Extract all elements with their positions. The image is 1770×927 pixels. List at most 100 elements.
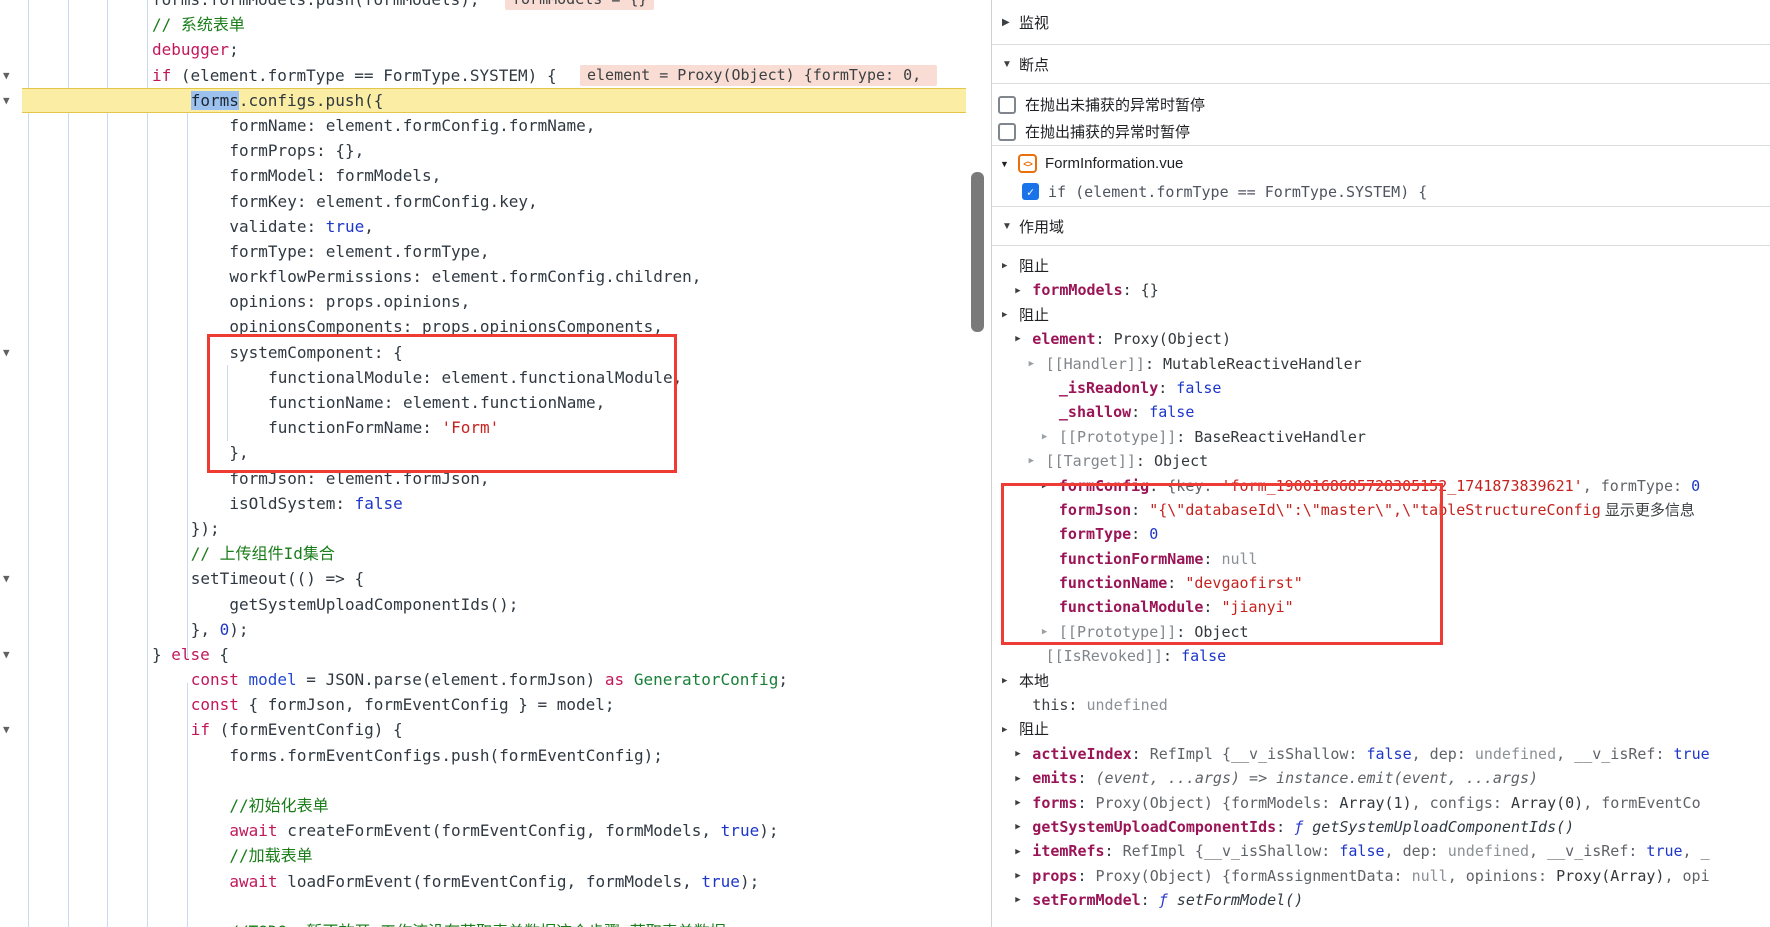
scope-variable-row[interactable]: ▶formModels: {}	[992, 278, 1770, 302]
expand-icon[interactable]: ▶	[1015, 791, 1032, 815]
code-line[interactable]: formModel: formModels,	[0, 163, 966, 188]
code-text: // 系统表单	[0, 12, 245, 37]
scope-variable-row[interactable]: [[IsRevoked]]: false	[992, 644, 1770, 668]
scope-group-row[interactable]: ▶本地	[992, 669, 1770, 693]
scope-variable-row[interactable]: ▶props: Proxy(Object) {formAssignmentDat…	[992, 864, 1770, 888]
pause-uncaught-exceptions-row[interactable]: 在抛出未捕获的异常时暂停	[998, 91, 1770, 118]
chevron-down-icon[interactable]: ▼	[1002, 59, 1019, 70]
breakpoint-file-row[interactable]: ▼ <> FormInformation.vue	[992, 149, 1770, 178]
code-line[interactable]: });	[0, 516, 966, 541]
code-line[interactable]: workflowPermissions: element.formConfig.…	[0, 264, 966, 289]
scope-variable-row[interactable]: ▶[[Prototype]]: BaseReactiveHandler	[992, 425, 1770, 449]
scope-variable-value: Proxy(Object)	[1114, 330, 1231, 348]
pause-uncaught-exceptions-label: 在抛出未捕获的异常时暂停	[1025, 94, 1205, 115]
expand-icon[interactable]: ▶	[1015, 888, 1032, 912]
code-line[interactable]: opinions: props.opinions,	[0, 289, 966, 314]
expand-icon[interactable]: ▶	[1015, 279, 1032, 303]
code-line[interactable]: ▼forms.configs.push({	[0, 88, 966, 113]
code-line[interactable]: await loadFormEvent(formEventConfig, for…	[0, 869, 966, 894]
scope-variable-row[interactable]: ▶[[Handler]]: MutableReactiveHandler	[992, 352, 1770, 376]
expand-icon[interactable]: ▶	[1002, 669, 1019, 693]
scope-variable-row[interactable]: ▶element: Proxy(Object)	[992, 327, 1770, 351]
expand-icon[interactable]: ▶	[1042, 425, 1059, 449]
code-line[interactable]: ▼if (formEventConfig) {	[0, 717, 966, 742]
code-line[interactable]: forms.formEventConfigs.push(formEventCon…	[0, 743, 966, 768]
scope-variable-row[interactable]: ▶forms: Proxy(Object) {formModels: Array…	[992, 791, 1770, 815]
inline-eval-hint: element = Proxy(Object) {formType: 0,	[580, 65, 937, 86]
scope-variable-row[interactable]: ▶getSystemUploadComponentIds: ƒ getSyste…	[992, 815, 1770, 839]
scope-variable-row[interactable]: _shallow: false	[992, 400, 1770, 424]
code-line[interactable]: formType: element.formType,	[0, 239, 966, 264]
code-line[interactable]: await createFormEvent(formEventConfig, f…	[0, 818, 966, 843]
code-line[interactable]	[0, 894, 966, 919]
scope-variable-row[interactable]: ▶setFormModel: ƒ setFormModel()	[992, 888, 1770, 912]
expand-icon[interactable]: ▶	[1029, 352, 1046, 376]
chevron-right-icon[interactable]: ▶	[1002, 17, 1019, 28]
scope-group-row[interactable]: ▶阻止	[992, 303, 1770, 327]
scope-variable-row[interactable]: _isReadonly: false	[992, 376, 1770, 400]
code-text: //TODO: 暂不放开 工作流没有获取表单数据这个步骤 获取表单数据	[0, 919, 726, 927]
checkbox-unchecked-icon[interactable]	[998, 123, 1016, 141]
checkbox-checked-icon[interactable]: ✓	[1022, 183, 1039, 200]
code-line[interactable]: //TODO: 暂不放开 工作流没有获取表单数据这个步骤 获取表单数据	[0, 919, 966, 927]
code-line[interactable]: // 系统表单	[0, 12, 966, 37]
panel-divider[interactable]	[991, 0, 992, 927]
code-line[interactable]: getSystemUploadComponentIds();	[0, 592, 966, 617]
breakpoint-entry-row[interactable]: ✓ if (element.formType == FormType.SYSTE…	[992, 178, 1770, 205]
expand-icon[interactable]: ▶	[1015, 767, 1032, 791]
expand-icon[interactable]: ▶	[1015, 815, 1032, 839]
code-line[interactable]: // 上传组件Id集合	[0, 541, 966, 566]
show-more-link[interactable]: 显示更多信息	[1601, 502, 1695, 519]
expand-icon[interactable]: ▶	[1015, 840, 1032, 864]
code-line[interactable]: isOldSystem: false	[0, 491, 966, 516]
code-line[interactable]: const model = JSON.parse(element.formJso…	[0, 667, 966, 692]
code-line[interactable]: //初始化表单	[0, 793, 966, 818]
scope-group-row[interactable]: ▶阻止	[992, 717, 1770, 741]
scope-group-row[interactable]: ▶阻止	[992, 254, 1770, 278]
code-line[interactable]: formProps: {},	[0, 138, 966, 163]
scope-variable-value: {}	[1141, 281, 1159, 299]
expand-icon[interactable]: ▶	[1015, 742, 1032, 766]
expand-icon[interactable]: ▶	[1002, 718, 1019, 742]
code-text: opinions: props.opinions,	[0, 289, 470, 314]
code-line[interactable]	[0, 768, 966, 793]
code-text: });	[0, 516, 220, 541]
code-line[interactable]: ▼} else {	[0, 642, 966, 667]
devtools-debugger-view: forms.formModels.push(formModels);formMo…	[0, 0, 1770, 927]
vue-file-icon: <>	[1018, 154, 1037, 173]
scope-variable-row[interactable]: ▶[[Target]]: Object	[992, 449, 1770, 473]
expand-icon[interactable]: ▶	[1029, 449, 1046, 473]
scope-variable-row[interactable]: ▶activeIndex: RefImpl {__v_isShallow: fa…	[992, 742, 1770, 766]
code-line[interactable]: formName: element.formConfig.formName,	[0, 113, 966, 138]
expand-icon[interactable]: ▶	[1015, 327, 1032, 351]
expand-icon[interactable]: ▶	[1002, 303, 1019, 327]
code-line[interactable]: ▼if (element.formType == FormType.SYSTEM…	[0, 63, 966, 88]
scope-variable-value: false	[1181, 647, 1226, 665]
code-text: debugger;	[0, 37, 239, 62]
checkbox-unchecked-icon[interactable]	[998, 96, 1016, 114]
scope-section-header[interactable]: ▼ 作用域	[992, 207, 1770, 246]
code-line[interactable]: ▼setTimeout(() => {	[0, 566, 966, 591]
code-line[interactable]: formKey: element.formConfig.key,	[0, 189, 966, 214]
code-text: forms.formEventConfigs.push(formEventCon…	[0, 743, 663, 768]
pause-caught-exceptions-row[interactable]: 在抛出捕获的异常时暂停	[998, 118, 1770, 145]
vertical-scrollbar-thumb[interactable]	[971, 172, 984, 332]
chevron-down-icon[interactable]: ▼	[1000, 159, 1018, 169]
code-line[interactable]: forms.formModels.push(formModels);formMo…	[0, 0, 966, 12]
chevron-down-icon[interactable]: ▼	[1002, 221, 1019, 232]
code-text: formModel: formModels,	[0, 163, 441, 188]
code-line[interactable]: validate: true,	[0, 214, 966, 239]
scope-variable-row[interactable]: this: undefined	[992, 693, 1770, 717]
expand-icon[interactable]: ▶	[1015, 864, 1032, 888]
code-line[interactable]: }, 0);	[0, 617, 966, 642]
code-line[interactable]: debugger;	[0, 37, 966, 62]
code-line[interactable]: const { formJson, formEventConfig } = mo…	[0, 692, 966, 717]
scope-separator: :	[1077, 867, 1095, 885]
expand-icon[interactable]: ▶	[1002, 254, 1019, 278]
watch-section-header[interactable]: ▶ 监视	[992, 0, 1770, 45]
scope-variable-name: [[Handler]]	[1046, 355, 1145, 373]
scope-variable-row[interactable]: ▶itemRefs: RefImpl {__v_isShallow: false…	[992, 839, 1770, 863]
code-line[interactable]: //加载表单	[0, 843, 966, 868]
breakpoints-section-header[interactable]: ▼ 断点	[992, 45, 1770, 84]
scope-variable-row[interactable]: ▶emits: (event, ...args) => instance.emi…	[992, 766, 1770, 790]
